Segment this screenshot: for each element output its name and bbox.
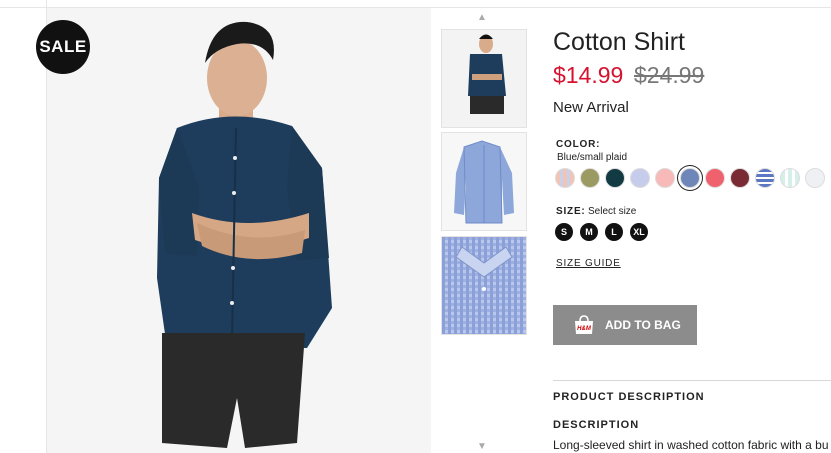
size-button-xl[interactable]: XL xyxy=(630,223,648,241)
description-heading: DESCRIPTION xyxy=(553,419,640,431)
color-swatch-2[interactable] xyxy=(580,168,600,188)
color-swatch-10[interactable] xyxy=(780,168,800,188)
add-to-bag-label: ADD TO BAG xyxy=(605,318,681,332)
model-illustration xyxy=(47,8,431,453)
color-swatch-8[interactable] xyxy=(730,168,750,188)
sale-badge: SALE xyxy=(36,20,90,74)
color-swatch-6-selected[interactable] xyxy=(680,168,700,188)
size-button-s[interactable]: S xyxy=(555,223,573,241)
svg-text:H&M: H&M xyxy=(577,326,592,332)
size-button-l[interactable]: L xyxy=(605,223,623,241)
original-price: $24.99 xyxy=(634,62,705,88)
size-button-m[interactable]: M xyxy=(580,223,598,241)
color-swatch-9[interactable] xyxy=(755,168,775,188)
product-title: Cotton Shirt xyxy=(553,28,686,56)
product-description-heading: PRODUCT DESCRIPTION xyxy=(553,391,705,403)
thumbnail-up-arrow-icon[interactable]: ▲ xyxy=(477,12,487,23)
color-swatch-3[interactable] xyxy=(605,168,625,188)
thumbnail-down-arrow-icon[interactable]: ▼ xyxy=(477,441,487,452)
thumbnail-model-image xyxy=(442,30,526,127)
description-text: Long-sleeved shirt in washed cotton fabr… xyxy=(553,438,829,452)
current-price: $14.99 xyxy=(553,62,624,88)
thumbnail-shirt-detail-image xyxy=(442,237,526,334)
color-swatch-5[interactable] xyxy=(655,168,675,188)
add-to-bag-button[interactable]: H&M ADD TO BAG xyxy=(553,305,697,345)
thumbnail-shirt-front[interactable] xyxy=(441,132,527,231)
color-swatch-11[interactable] xyxy=(805,168,825,188)
color-label: COLOR: xyxy=(556,139,601,150)
color-swatch-4[interactable] xyxy=(630,168,650,188)
color-swatch-1[interactable] xyxy=(555,168,575,188)
new-arrival-label: New Arrival xyxy=(553,99,629,116)
selected-color-name: Blue/small plaid xyxy=(557,152,628,163)
size-label: SIZE: xyxy=(556,206,586,217)
thumbnail-shirt-front-image xyxy=(442,133,526,230)
color-swatch-7[interactable] xyxy=(705,168,725,188)
shopping-bag-icon: H&M xyxy=(575,315,593,334)
select-size-prompt: Select size xyxy=(588,206,637,217)
main-product-image[interactable] xyxy=(47,8,431,453)
thumbnail-shirt-detail[interactable] xyxy=(441,236,527,335)
thumbnail-model[interactable] xyxy=(441,29,527,128)
size-guide-link[interactable]: SIZE GUIDE xyxy=(556,258,621,269)
section-divider xyxy=(553,380,831,381)
